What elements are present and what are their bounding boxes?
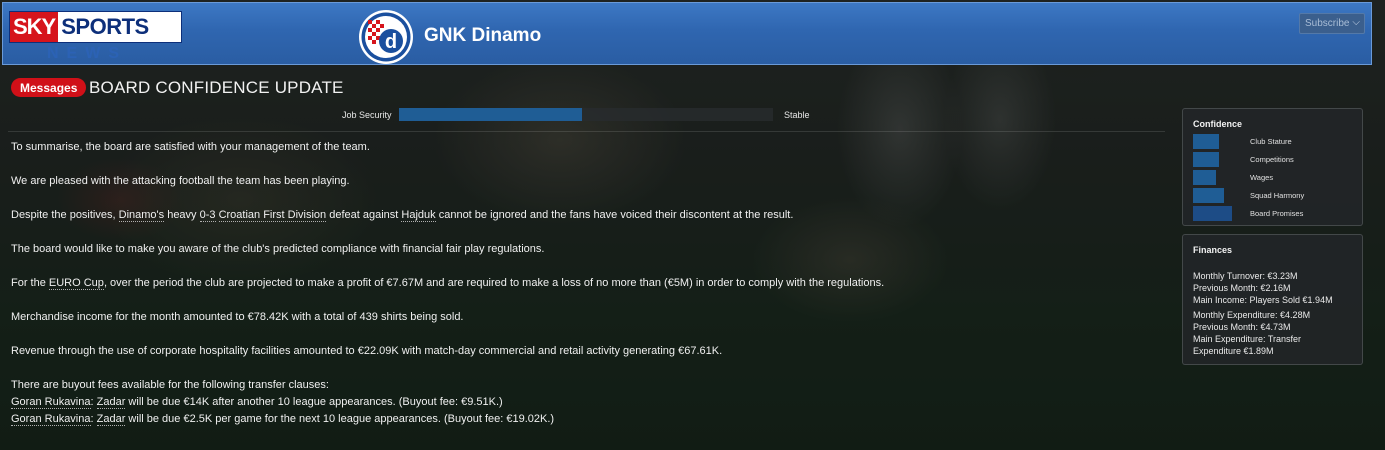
confidence-label: Squad Harmony — [1250, 191, 1305, 200]
inline-link[interactable]: Dinamo's — [118, 209, 165, 222]
message-paragraph: Merchandise income for the month amounte… — [11, 311, 464, 323]
club-badge-icon[interactable]: d — [358, 9, 414, 65]
inline-link[interactable]: Zadar — [96, 396, 126, 409]
club-name[interactable]: GNK Dinamo — [424, 25, 541, 47]
paragraph-text: Revenue through the use of corporate hos… — [11, 345, 723, 357]
finances-title: Finances — [1193, 245, 1233, 255]
inline-link[interactable]: EURO Cup — [48, 277, 104, 290]
message-paragraph: We are pleased with the attacking footba… — [11, 175, 350, 187]
paragraph-text: will be due €2.5K per game for the next … — [125, 413, 555, 425]
job-security-status: Stable — [784, 110, 810, 120]
confidence-label: Wages — [1250, 173, 1274, 182]
confidence-panel: Confidence Club Stature Competitions Wages… — [1182, 108, 1363, 226]
messages-badge[interactable]: Messages — [11, 78, 87, 97]
paragraph-text: We are pleased with the attacking footba… — [11, 175, 350, 187]
paragraph-text: will be due €14K after another 10 league… — [125, 396, 503, 408]
paragraph-text: cannot be ignored and the fans have voic… — [435, 209, 794, 221]
finance-line: Monthly Turnover: €3.23M — [1193, 271, 1298, 281]
divider — [8, 131, 1165, 132]
chevron-down-icon: ⌵ — [1352, 17, 1360, 28]
logo-sports-text: SPORTS — [61, 14, 149, 39]
sky-sports-logo: SKY SPORTS — [9, 11, 182, 43]
paragraph-text: heavy — [164, 209, 200, 221]
paragraph-text: , over the period the club are projected… — [103, 277, 885, 289]
paragraph-text: Despite the positives, — [11, 209, 119, 221]
inline-link[interactable]: Goran Rukavina — [11, 413, 91, 426]
paragraph-text: : — [90, 396, 97, 408]
message-paragraph: For the EURO Cup, over the period the cl… — [11, 277, 885, 290]
job-security-bar-fill — [399, 108, 583, 121]
paragraph-text: To summarise, the board are satisfied wi… — [11, 141, 370, 153]
news-header: SKY SPORTS NEWS d GNK Dinamo Subscribe ⌵ — [2, 2, 1372, 65]
inline-link[interactable]: Goran Rukavina — [11, 396, 91, 409]
inline-link[interactable]: Croatian First Division — [218, 209, 327, 222]
confidence-bar — [1193, 134, 1219, 149]
paragraph-text: defeat against — [326, 209, 402, 221]
confidence-bar — [1193, 152, 1219, 167]
finance-line: Main Income: Players Sold €1.94M — [1193, 295, 1333, 305]
job-security-bar — [399, 108, 773, 121]
message-paragraph: To summarise, the board are satisfied wi… — [11, 141, 370, 153]
confidence-title: Confidence — [1193, 119, 1243, 129]
svg-text:d: d — [385, 31, 397, 53]
inline-link[interactable]: Zadar — [96, 413, 126, 426]
job-security-label: Job Security — [342, 110, 392, 120]
subscribe-label: Subscribe — [1305, 18, 1350, 29]
message-paragraph: The board would like to make you aware o… — [11, 243, 544, 255]
finance-line: Monthly Expenditure: €4.28M — [1193, 310, 1311, 320]
paragraph-text: The board would like to make you aware o… — [11, 243, 545, 255]
finance-line: Previous Month: €2.16M — [1193, 283, 1291, 293]
subscribe-button[interactable]: Subscribe ⌵ — [1299, 13, 1365, 34]
finances-panel: Finances Monthly Turnover: €3.23M Previou… — [1182, 234, 1363, 365]
message-paragraph: Goran Rukavina: Zadar will be due €14K a… — [11, 396, 503, 409]
paragraph-text: There are buyout fees available for the … — [11, 379, 329, 391]
finance-line: Previous Month: €4.73M — [1193, 322, 1291, 332]
confidence-bar — [1193, 188, 1224, 203]
finance-line: Main Expenditure: Transfer — [1193, 334, 1302, 344]
message-paragraph: There are buyout fees available for the … — [11, 379, 329, 391]
paragraph-text: For the — [11, 277, 49, 289]
logo-sky-text: SKY — [10, 12, 59, 42]
paragraph-text: : — [90, 413, 97, 425]
message-title: BOARD CONFIDENCE UPDATE — [89, 78, 344, 97]
confidence-label: Board Promises — [1250, 209, 1304, 218]
confidence-label: Competitions — [1250, 155, 1294, 164]
inline-link[interactable]: 0-3 — [199, 209, 216, 222]
message-paragraph: Despite the positives, Dinamo's heavy 0-… — [11, 209, 794, 222]
confidence-label: Club Stature — [1250, 137, 1292, 146]
finance-line: Expenditure €1.89M — [1193, 346, 1274, 356]
inline-link[interactable]: Hajduk — [401, 209, 436, 222]
confidence-bar — [1193, 206, 1232, 221]
message-paragraph: Revenue through the use of corporate hos… — [11, 345, 722, 357]
message-paragraph: Goran Rukavina: Zadar will be due €2.5K … — [11, 413, 555, 426]
logo-news-text: NEWS — [47, 45, 127, 62]
confidence-bar — [1193, 170, 1216, 185]
paragraph-text: Merchandise income for the month amounte… — [11, 311, 464, 323]
